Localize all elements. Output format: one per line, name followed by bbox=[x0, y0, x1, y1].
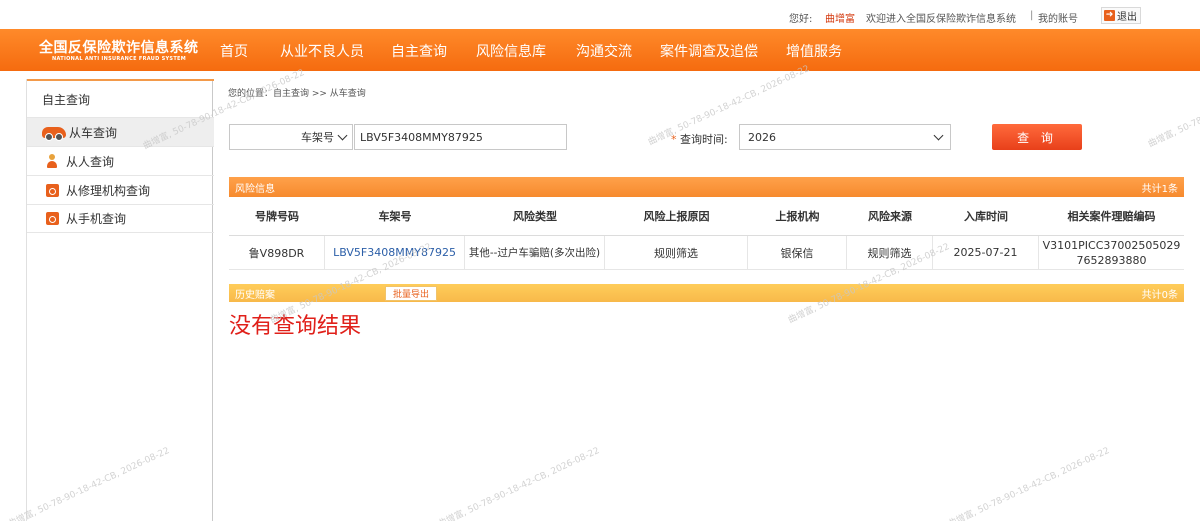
plate-number-cell: 鲁V898DR bbox=[229, 236, 325, 269]
sidebar-accent-line bbox=[27, 79, 214, 81]
car-icon bbox=[41, 125, 67, 141]
risk-info-header: 风险信息 共计1条 bbox=[229, 177, 1184, 197]
sidebar-item-repair-query[interactable]: 从修理机构查询 bbox=[27, 175, 214, 204]
report-org-cell: 银保信 bbox=[748, 236, 847, 269]
vin-link[interactable]: LBV5F3408MMY87925 bbox=[325, 236, 465, 269]
risk-info-count: 共计1条 bbox=[1141, 183, 1178, 195]
sidebar-item-vehicle-query[interactable]: 从车查询 bbox=[27, 117, 214, 146]
nav-self-query[interactable]: 自主查询 bbox=[391, 41, 447, 61]
required-marker: * bbox=[671, 133, 677, 146]
history-claims-header: 历史赔案 共计0条 bbox=[229, 284, 1184, 302]
history-claims-count: 共计0条 bbox=[1141, 289, 1178, 301]
nav-bad-personnel[interactable]: 从业不良人员 bbox=[280, 41, 364, 61]
logo-subtitle: NATIONAL ANTI INSURANCE FRAUD SYSTEM bbox=[52, 56, 187, 62]
nav-value-added[interactable]: 增值服务 bbox=[786, 41, 842, 61]
watermark-text: 曲增富, 50-78-90-18-42-CB, 2026-08-22 bbox=[436, 445, 602, 521]
query-time-select[interactable]: 2026 bbox=[739, 124, 951, 150]
query-time-label-text: 查询时间: bbox=[680, 133, 728, 146]
sidebar-item-label: 从车查询 bbox=[69, 125, 118, 140]
column-header: 入库时间 bbox=[964, 210, 1008, 223]
report-reason-cell: 规则筛选 bbox=[605, 236, 748, 269]
column-header: 风险上报原因 bbox=[643, 210, 710, 223]
column-header: 车架号 bbox=[378, 210, 412, 223]
claim-code-cell: V3101PICC370025050297652893880 bbox=[1042, 238, 1181, 267]
query-time-label: * 查询时间: bbox=[671, 131, 728, 147]
chevron-down-icon bbox=[933, 130, 944, 140]
user-bar: 您好: 曲增富 欢迎进入全国反保险欺诈信息系统 | 我的账号 ➜ 退出 bbox=[0, 0, 1200, 29]
main-nav: 全国反保险欺诈信息系统 NATIONAL ANTI INSURANCE FRAU… bbox=[0, 29, 1200, 71]
username-link[interactable]: 曲增富 bbox=[825, 10, 855, 25]
breadcrumb: 您的位置：自主查询 >> 从车查询 bbox=[228, 89, 366, 99]
query-type-value: 车架号 bbox=[301, 131, 334, 144]
phone-icon bbox=[43, 212, 61, 226]
logout-icon: ➜ bbox=[1104, 10, 1115, 21]
sidebar-item-label: 从手机查询 bbox=[66, 212, 127, 226]
sidebar-item-label: 从修理机构查询 bbox=[66, 183, 151, 198]
history-claims-title: 历史赔案 bbox=[235, 289, 275, 301]
chevron-down-icon bbox=[337, 130, 348, 140]
my-account-link[interactable]: 我的账号 bbox=[1038, 10, 1078, 25]
risk-source-cell: 规则筛选 bbox=[847, 236, 933, 269]
separator: | bbox=[1030, 10, 1034, 21]
person-icon bbox=[43, 154, 61, 168]
logout-button[interactable]: ➜ 退出 bbox=[1101, 7, 1141, 24]
storage-time-cell: 2025-07-21 bbox=[933, 236, 1039, 269]
sidebar-title: 自主查询 bbox=[42, 93, 91, 107]
nav-communication[interactable]: 沟通交流 bbox=[576, 41, 632, 61]
query-type-select[interactable]: 车架号 bbox=[229, 124, 353, 150]
nav-home[interactable]: 首页 bbox=[220, 41, 248, 61]
nav-risk-library[interactable]: 风险信息库 bbox=[476, 41, 546, 61]
logo-title: 全国反保险欺诈信息系统 bbox=[39, 40, 199, 56]
repair-icon bbox=[43, 183, 61, 197]
sidebar: 自主查询 从车查询 从人查询 从修理机构查询 从手机查询 bbox=[26, 79, 214, 521]
column-header: 风险类型 bbox=[513, 210, 557, 223]
query-button[interactable]: 查 询 bbox=[992, 124, 1082, 150]
batch-export-button[interactable]: 批量导出 bbox=[385, 286, 438, 301]
table-row: 鲁V898DR LBV5F3408MMY87925 其他--过户车骗赔(多次出险… bbox=[229, 236, 1184, 270]
column-header: 相关案件理赔编码 bbox=[1067, 210, 1156, 223]
watermark-text: 曲增富, 50-78-90-18-42-CB, 2026-08-22 bbox=[946, 445, 1112, 521]
risk-type-cell: 其他--过户车骗赔(多次出险) bbox=[465, 236, 605, 269]
sidebar-item-label: 从人查询 bbox=[66, 154, 115, 169]
no-result-message: 没有查询结果 bbox=[229, 314, 362, 339]
column-header: 号牌号码 bbox=[255, 210, 299, 223]
query-time-value: 2026 bbox=[748, 130, 776, 144]
risk-table-header: 号牌号码 车架号 风险类型 风险上报原因 上报机构 风险来源 入库时间 相关案件… bbox=[229, 197, 1184, 236]
nav-case-investigation[interactable]: 案件调查及追偿 bbox=[660, 41, 758, 61]
risk-info-title: 风险信息 bbox=[235, 183, 275, 195]
column-header: 上报机构 bbox=[775, 210, 820, 223]
vin-input[interactable] bbox=[354, 124, 567, 150]
greeting-text: 您好: bbox=[789, 14, 813, 25]
column-header: 风险来源 bbox=[868, 210, 912, 223]
watermark-text: 曲增富, 50-78-90-18-42-CB, 2026-08-22 bbox=[1146, 66, 1200, 150]
sidebar-item-person-query[interactable]: 从人查询 bbox=[27, 146, 214, 175]
sidebar-item-phone-query[interactable]: 从手机查询 bbox=[27, 204, 214, 233]
welcome-text: 欢迎进入全国反保险欺诈信息系统 bbox=[866, 14, 1016, 25]
logout-label: 退出 bbox=[1117, 12, 1137, 23]
